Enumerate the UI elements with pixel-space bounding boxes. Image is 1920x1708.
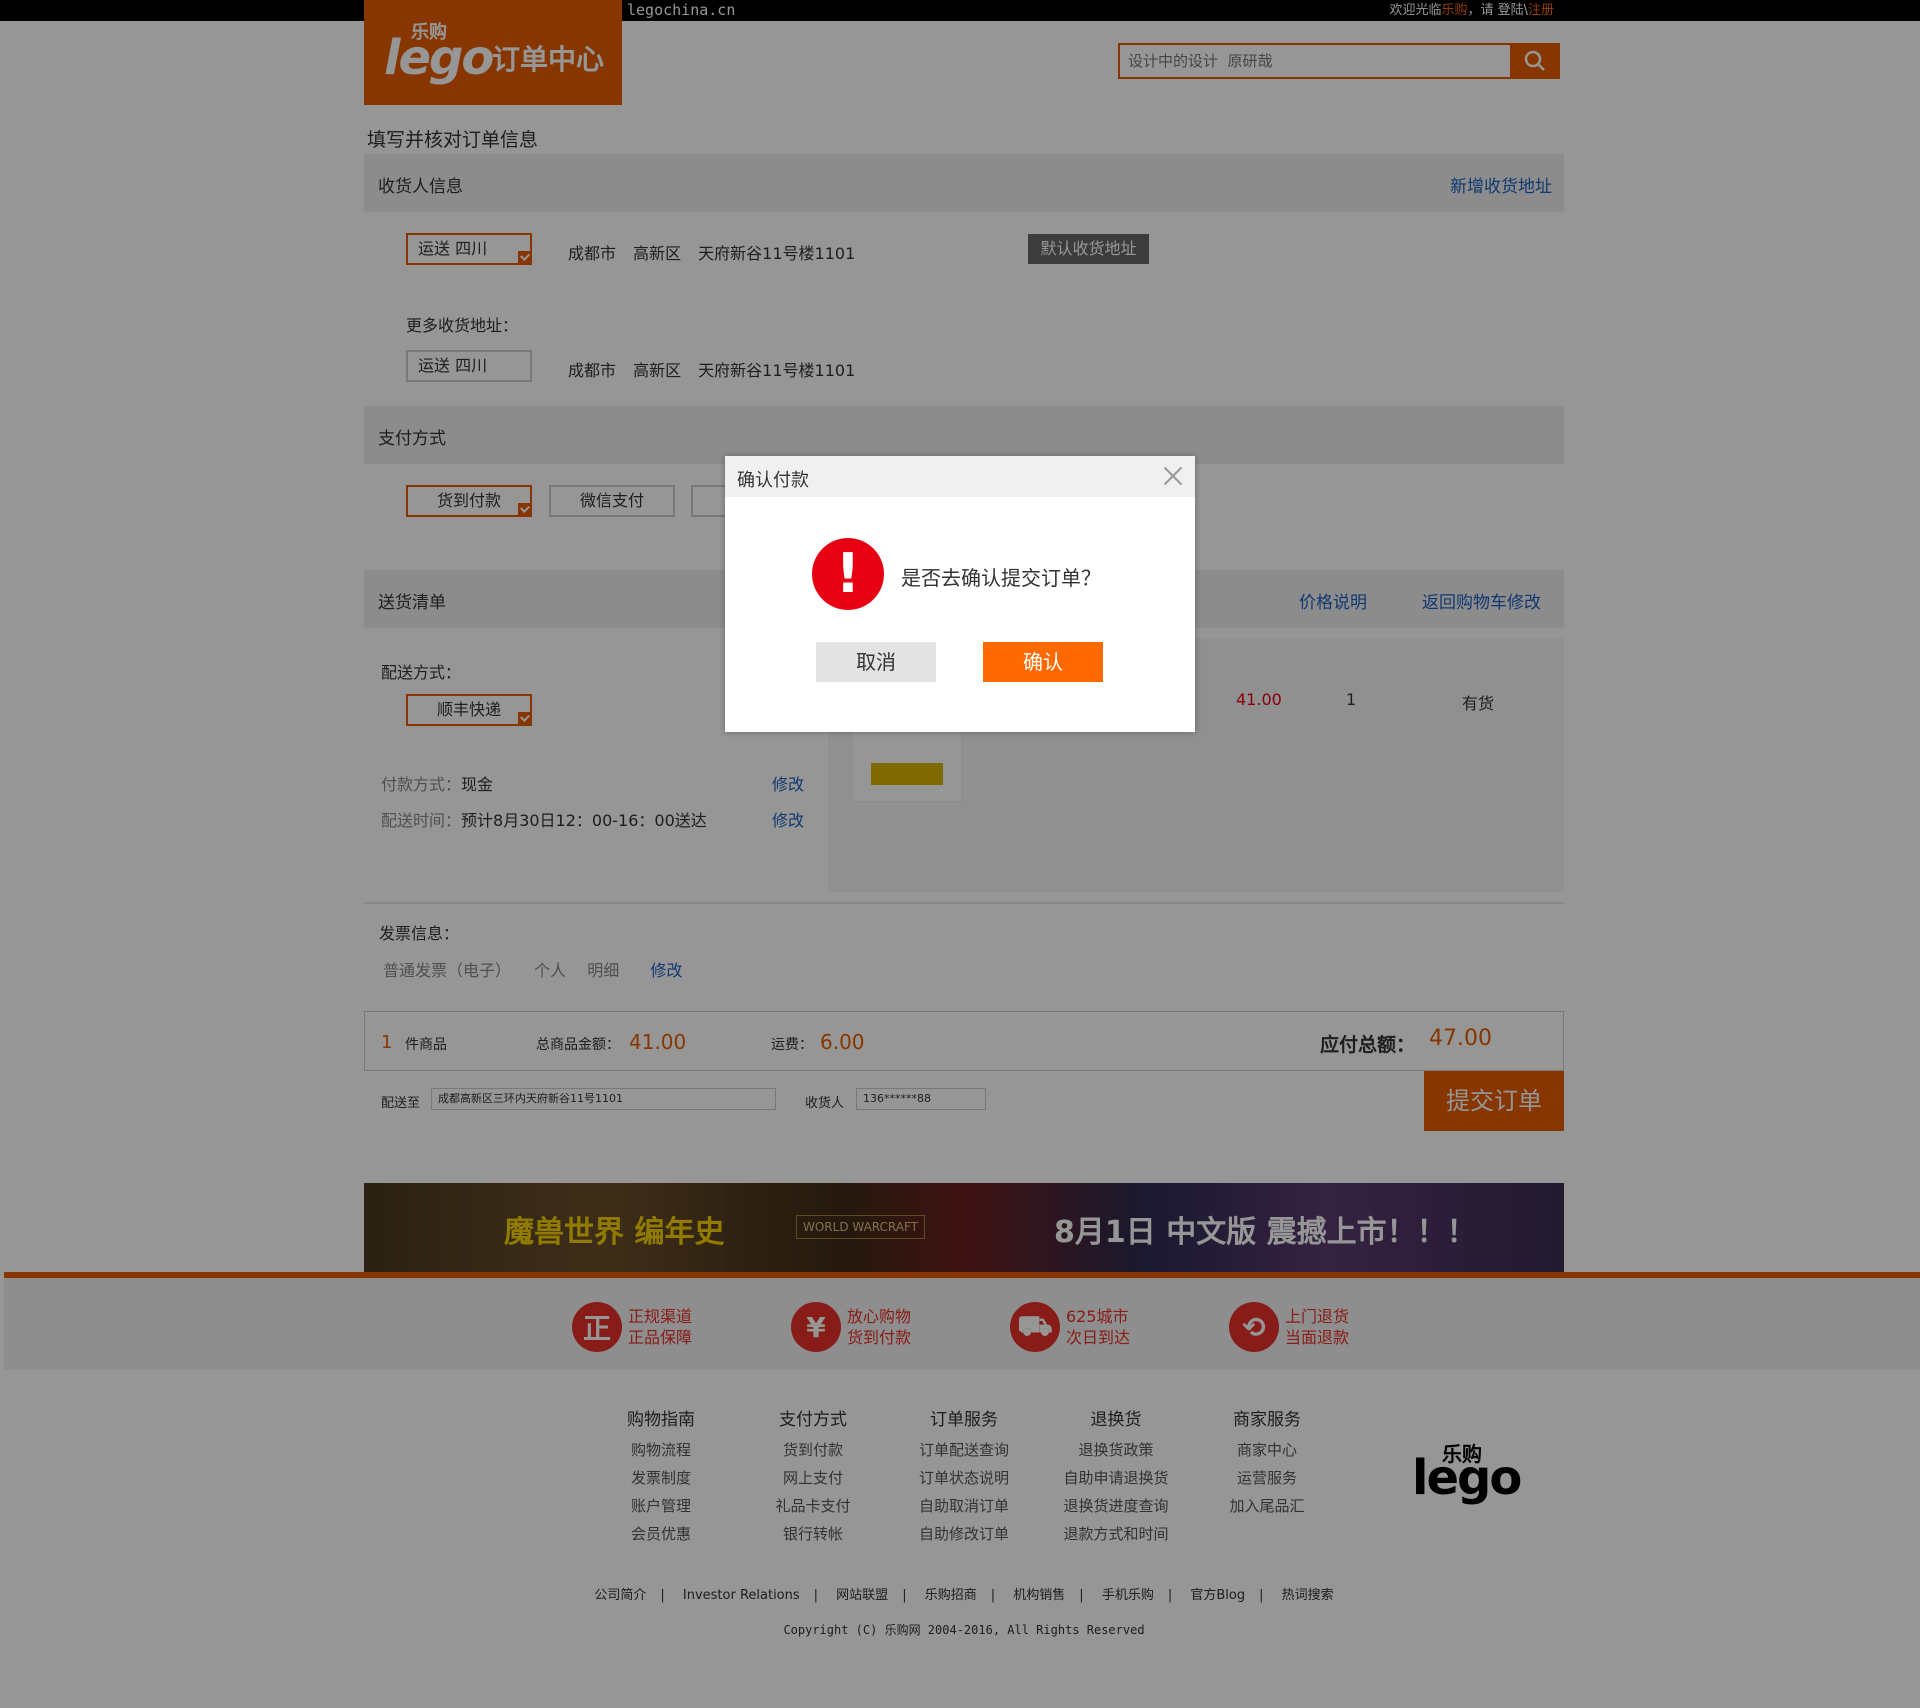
close-icon[interactable]: [1161, 464, 1185, 488]
dialog-header: 确认付款: [725, 456, 1195, 497]
dialog-message: 是否去确认提交订单？: [901, 566, 1101, 590]
modal-overlay[interactable]: [0, 0, 1920, 1708]
dialog-title: 确认付款: [737, 470, 809, 491]
confirm-payment-dialog: 确认付款 ! 是否去确认提交订单？ 取消 确认: [725, 456, 1195, 732]
cancel-button[interactable]: 取消: [816, 642, 936, 682]
warning-icon: !: [812, 538, 884, 610]
confirm-button[interactable]: 确认: [983, 642, 1103, 682]
